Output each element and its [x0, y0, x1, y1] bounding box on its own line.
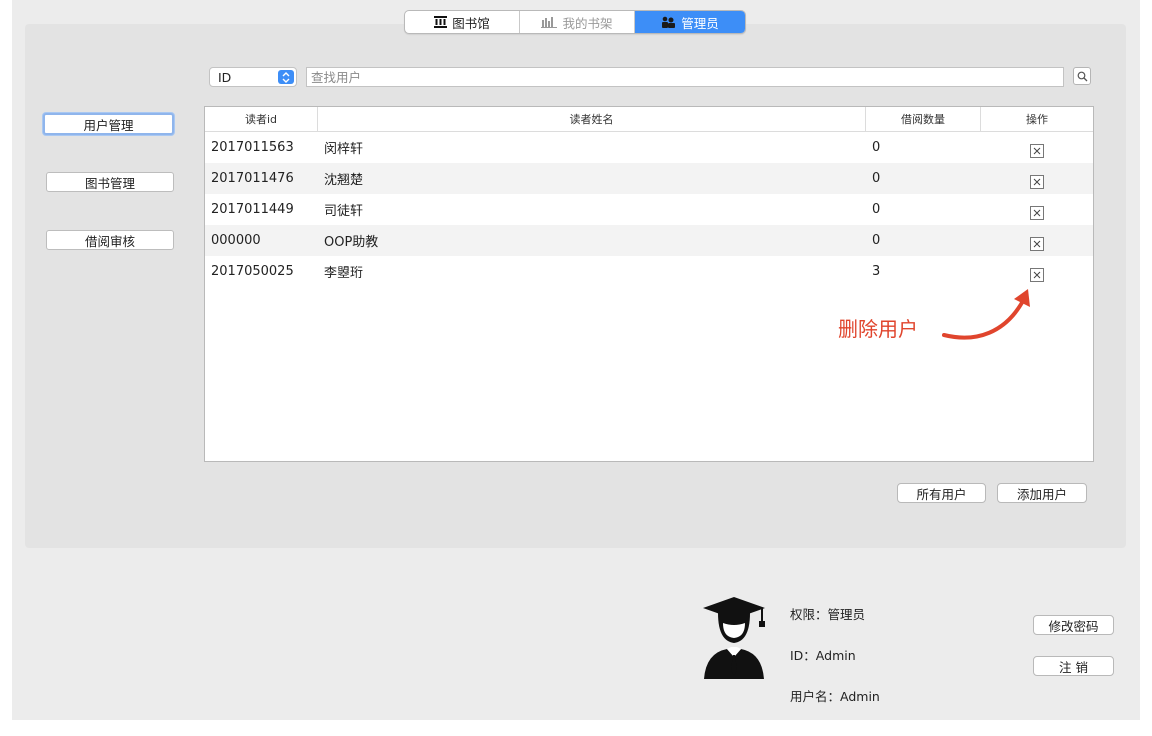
delete-user-button[interactable]: [1030, 174, 1044, 189]
tab-library-label: 图书馆: [452, 15, 490, 31]
cell-reader-id: 2017050025: [211, 264, 294, 279]
cell-reader-name: 闵梓轩: [324, 142, 364, 157]
sidebar-item-borrow-review[interactable]: 借阅审核: [46, 230, 174, 250]
search-field-value: ID: [218, 69, 232, 85]
close-icon: [1033, 271, 1041, 278]
admin-avatar-icon: [703, 597, 765, 679]
cell-action: [981, 262, 1093, 282]
column-header-count[interactable]: 借阅数量: [866, 107, 981, 131]
search-field-select[interactable]: ID: [209, 67, 297, 87]
cell-reader-name: 沈翘楚: [324, 173, 364, 188]
add-user-button[interactable]: 添加用户: [997, 483, 1087, 503]
cell-reader-id: 2017011563: [211, 140, 294, 155]
delete-user-button[interactable]: [1030, 205, 1044, 220]
close-icon: [1033, 147, 1041, 154]
close-icon: [1033, 240, 1041, 247]
library-icon: [434, 16, 448, 28]
search-button[interactable]: [1073, 67, 1091, 85]
cell-action: [981, 138, 1093, 158]
cell-borrow-count: 0: [872, 202, 881, 217]
search-input[interactable]: [306, 67, 1064, 87]
table-row[interactable]: 2017011449 司徒轩 0: [205, 194, 1093, 225]
sidebar-item-user-management[interactable]: 用户管理: [43, 113, 174, 135]
change-password-button[interactable]: 修改密码: [1033, 615, 1114, 635]
sidebar-item-book-management[interactable]: 图书管理: [46, 172, 174, 192]
delete-user-button[interactable]: [1030, 143, 1044, 158]
profile-id: ID：Admin: [790, 648, 856, 663]
cell-reader-name: 李曌珩: [324, 266, 364, 281]
cell-reader-name: OOP助教: [324, 235, 379, 250]
user-table: 读者id 读者姓名 借阅数量 操作 2017011563 闵梓轩 0 20170…: [204, 106, 1094, 462]
chevron-updown-icon: [278, 70, 294, 84]
profile-username: 用户名：Admin: [790, 689, 880, 704]
cell-reader-id: 2017011449: [211, 202, 294, 217]
tab-bookshelf[interactable]: 我的书架: [520, 11, 635, 33]
main-tabs: 图书馆 我的书架 管理员: [404, 10, 746, 34]
logout-button[interactable]: 注 销: [1033, 656, 1114, 676]
column-header-name[interactable]: 读者姓名: [318, 107, 866, 131]
table-row[interactable]: 2017011476 沈翘楚 0: [205, 163, 1093, 194]
admin-icon: [661, 16, 676, 28]
delete-user-button[interactable]: [1030, 267, 1044, 282]
table-header: 读者id 读者姓名 借阅数量 操作: [205, 107, 1093, 132]
table-row[interactable]: 2017011563 闵梓轩 0: [205, 132, 1093, 163]
cell-reader-id: 2017011476: [211, 171, 294, 186]
cell-action: [981, 231, 1093, 251]
cell-borrow-count: 0: [872, 171, 881, 186]
tab-bookshelf-label: 我的书架: [562, 15, 613, 31]
cell-action: [981, 169, 1093, 189]
cell-action: [981, 200, 1093, 220]
profile-permission: 权限：管理员: [790, 607, 866, 622]
annotation-label: 删除用户: [838, 317, 918, 341]
cell-borrow-count: 0: [872, 233, 881, 248]
tab-admin-label: 管理员: [681, 15, 719, 31]
tab-library[interactable]: 图书馆: [405, 11, 520, 33]
cell-reader-name: 司徒轩: [324, 204, 364, 219]
column-header-id[interactable]: 读者id: [205, 107, 318, 131]
delete-user-button[interactable]: [1030, 236, 1044, 251]
bookshelf-icon: [541, 16, 558, 28]
cell-reader-id: 000000: [211, 233, 261, 248]
close-icon: [1033, 178, 1041, 185]
table-row[interactable]: 2017050025 李曌珩 3: [205, 256, 1093, 287]
column-header-action[interactable]: 操作: [981, 107, 1093, 131]
close-icon: [1033, 209, 1041, 216]
cell-borrow-count: 0: [872, 140, 881, 155]
all-users-button[interactable]: 所有用户: [897, 483, 986, 503]
tab-admin[interactable]: 管理员: [635, 11, 745, 33]
cell-borrow-count: 3: [872, 264, 881, 279]
search-icon: [1077, 71, 1088, 82]
table-row[interactable]: 000000 OOP助教 0: [205, 225, 1093, 256]
annotation-arrow-icon: [942, 289, 1030, 340]
